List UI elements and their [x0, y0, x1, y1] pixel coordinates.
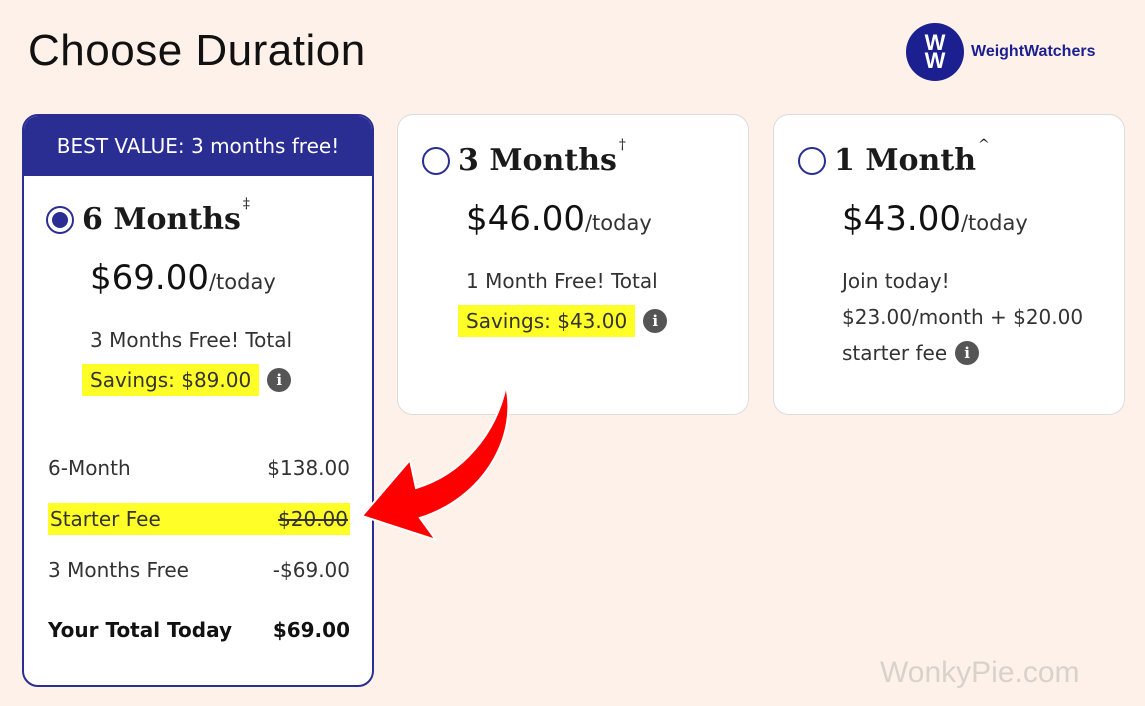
page-title: Choose Duration [28, 26, 366, 75]
weightwatchers-logo-icon: WW [906, 23, 964, 81]
radio-unselected[interactable] [422, 146, 450, 175]
radio-selected[interactable] [46, 205, 74, 234]
plan-card-1-month[interactable]: 1 Month ^ $43.00/today Join today! $23.00… [773, 114, 1125, 415]
plan-header: 3 Months † [422, 137, 626, 178]
brand-name: WeightWatchers [971, 43, 1096, 60]
breakdown-row: 3 Months Free -$69.00 [48, 558, 350, 582]
plan-header: 6 Months ‡ [46, 196, 250, 237]
savings-row: Savings: $89.00 i [82, 364, 292, 396]
plan-footnote-mark: ‡ [242, 196, 250, 212]
savings-amount: Savings: $89.00 [82, 364, 260, 396]
breakdown-row: 6-Month $138.00 [48, 456, 350, 480]
brand[interactable]: WW WeightWatchers [906, 23, 1095, 81]
watermark: WonkyPie.com [880, 656, 1080, 689]
plan-price: $46.00/today [466, 199, 652, 239]
plan-price: $43.00/today [842, 199, 1028, 239]
plan-name: 3 Months † [458, 137, 626, 178]
plan-header: 1 Month ^ [798, 137, 990, 178]
plan-description: Join today! $23.00/month + $20.00 starte… [842, 269, 1084, 365]
plan-footnote-mark: † [618, 137, 626, 153]
annotation-arrow [360, 385, 510, 542]
info-icon[interactable]: i [643, 309, 668, 333]
radio-unselected[interactable] [798, 146, 826, 175]
plan-description: 3 Months Free! Total [90, 328, 293, 352]
radio-dot [52, 211, 68, 228]
breakdown-row-starter-fee: Starter Fee $20.00 [48, 503, 350, 535]
savings-row: Savings: $43.00 i [458, 305, 668, 337]
info-icon[interactable]: i [267, 368, 292, 392]
plan-name: 1 Month ^ [834, 137, 990, 178]
plan-footnote-mark: ^ [978, 137, 990, 153]
info-icon[interactable]: i [955, 341, 980, 365]
plan-name: 6 Months ‡ [82, 196, 250, 237]
best-value-banner: BEST VALUE: 3 months free! [24, 116, 372, 176]
plan-price: $69.00/today [90, 258, 276, 298]
plan-card-6-months[interactable]: BEST VALUE: 3 months free! 6 Months ‡ $69… [22, 114, 374, 687]
breakdown-row-total: Your Total Today $69.00 [48, 618, 350, 642]
savings-amount: Savings: $43.00 [458, 305, 636, 337]
plan-description: 1 Month Free! Total [466, 269, 658, 293]
plan-card-3-months[interactable]: 3 Months † $46.00/today 1 Month Free! Tot… [397, 114, 749, 415]
